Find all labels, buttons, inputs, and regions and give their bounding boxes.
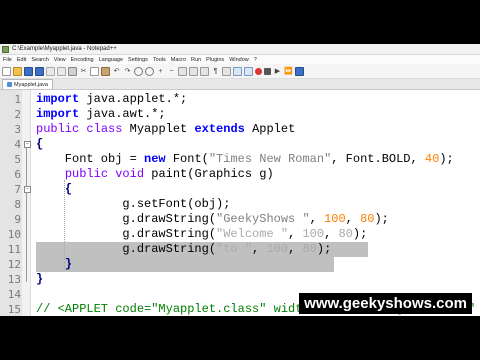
video-letterbox-top bbox=[0, 0, 480, 44]
code-line[interactable]: 7 { bbox=[0, 182, 480, 197]
menu-item-run[interactable]: Run bbox=[191, 57, 201, 63]
code-line[interactable]: 12 } bbox=[0, 257, 480, 272]
line-number: 10 bbox=[7, 228, 21, 241]
sync-scroll-v-icon[interactable] bbox=[178, 66, 187, 76]
line-number: 12 bbox=[7, 258, 21, 271]
menu-item-encoding[interactable]: Encoding bbox=[71, 57, 94, 63]
code-text[interactable]: g.drawString("to ", 100, 80); bbox=[36, 242, 331, 257]
code-text[interactable]: g.drawString("Welcome ", 100, 80); bbox=[36, 227, 367, 242]
code-text[interactable]: import java.applet.*; bbox=[36, 92, 187, 107]
paste-icon[interactable] bbox=[101, 66, 110, 76]
code-line[interactable]: 3 public class Myapplet extends Applet bbox=[0, 122, 480, 137]
saved-file-icon bbox=[7, 82, 12, 87]
code-text[interactable]: public void paint(Graphics g) bbox=[36, 167, 274, 182]
new-file-icon[interactable] bbox=[2, 66, 11, 76]
find-icon[interactable] bbox=[134, 66, 143, 76]
undo-icon[interactable]: ↶ bbox=[112, 67, 121, 76]
close-file-icon[interactable] bbox=[46, 66, 55, 76]
menu-item-language[interactable]: Language bbox=[99, 57, 123, 63]
menu-item-window[interactable]: Window bbox=[229, 57, 249, 63]
save-macro-icon[interactable] bbox=[295, 66, 304, 76]
show-all-chars-icon[interactable]: ¶ bbox=[211, 67, 220, 76]
tab-myapplet-java[interactable]: Myapplet.java bbox=[2, 79, 53, 89]
line-number: 8 bbox=[14, 198, 21, 211]
menu-item-settings[interactable]: Settings bbox=[128, 57, 148, 63]
line-number: 15 bbox=[7, 303, 21, 316]
menu-item-file[interactable]: File bbox=[3, 57, 12, 63]
save-icon[interactable] bbox=[24, 66, 33, 76]
code-text[interactable]: { bbox=[36, 182, 72, 197]
code-line[interactable]: 2 import java.awt.*; bbox=[0, 107, 480, 122]
line-number: 14 bbox=[7, 288, 21, 301]
code-line[interactable]: 5 Font obj = new Font("Times New Roman",… bbox=[0, 152, 480, 167]
sync-scroll-h-icon[interactable] bbox=[189, 66, 198, 76]
code-text[interactable]: import java.awt.*; bbox=[36, 107, 166, 122]
zoom-out-icon[interactable]: − bbox=[167, 67, 176, 76]
menu-item-search[interactable]: Search bbox=[31, 57, 48, 63]
line-number: 2 bbox=[14, 108, 21, 121]
menu-item-macro[interactable]: Macro bbox=[171, 57, 186, 63]
code-text[interactable]: Font obj = new Font("Times New Roman", F… bbox=[36, 152, 454, 167]
zoom-in-icon[interactable]: + bbox=[156, 67, 165, 76]
watermark-url: www.geekyshows.com bbox=[299, 293, 472, 314]
code-line[interactable]: 10 g.drawString("Welcome ", 100, 80); bbox=[0, 227, 480, 242]
menu-item-view[interactable]: View bbox=[54, 57, 66, 63]
code-line[interactable]: 4{ bbox=[0, 137, 480, 152]
menu-bar: File Edit Search View Encoding Language Settin… bbox=[0, 55, 480, 64]
play-macro-icon[interactable]: ▶ bbox=[273, 67, 282, 76]
code-text[interactable]: } bbox=[36, 272, 43, 287]
line-number: 13 bbox=[7, 273, 21, 286]
code-text[interactable]: } bbox=[36, 257, 72, 272]
record-macro-icon[interactable] bbox=[255, 67, 262, 75]
code-line[interactable]: 11 g.drawString("to ", 100, 80); bbox=[0, 242, 480, 257]
menu-item-edit[interactable]: Edit bbox=[17, 57, 26, 63]
code-line[interactable]: 13} bbox=[0, 272, 480, 287]
line-number: 4 bbox=[14, 138, 21, 151]
function-list-icon[interactable] bbox=[244, 66, 253, 76]
title-bar: C:\Example\Myapplet.java - Notepad++ bbox=[0, 44, 480, 55]
indent-guide-icon[interactable] bbox=[222, 66, 231, 76]
code-text[interactable]: g.drawString("GeekyShows ", 100, 80); bbox=[36, 212, 388, 227]
replace-icon[interactable] bbox=[145, 66, 154, 76]
save-all-icon[interactable] bbox=[35, 66, 44, 76]
code-editor[interactable]: − − 1 import java.applet.*; 2 import java.a… bbox=[0, 90, 480, 316]
code-line[interactable]: 1 import java.applet.*; bbox=[0, 92, 480, 107]
code-text[interactable]: public class Myapplet extends Applet bbox=[36, 122, 295, 137]
redo-icon[interactable]: ↷ bbox=[123, 67, 132, 76]
line-number: 6 bbox=[14, 168, 21, 181]
line-number: 1 bbox=[14, 93, 21, 106]
tab-label: Myapplet.java bbox=[14, 81, 48, 88]
line-number: 3 bbox=[14, 123, 21, 136]
line-number: 5 bbox=[14, 153, 21, 166]
run-macro-multiple-icon[interactable]: ⏩ bbox=[284, 67, 293, 76]
code-line[interactable]: 9 g.drawString("GeekyShows ", 100, 80); bbox=[0, 212, 480, 227]
video-letterbox-bottom bbox=[0, 316, 480, 360]
stop-macro-icon[interactable] bbox=[264, 67, 271, 75]
open-file-icon[interactable] bbox=[13, 66, 22, 76]
menu-item-plugins[interactable]: Plugins bbox=[206, 57, 224, 63]
toolbar: ✂ ↶ ↷ + − ¶ ▶ ⏩ bbox=[0, 64, 480, 79]
menu-item-help[interactable]: ? bbox=[254, 57, 257, 63]
line-number: 9 bbox=[14, 213, 21, 226]
code-line[interactable]: 6 public void paint(Graphics g) bbox=[0, 167, 480, 182]
close-all-icon[interactable] bbox=[57, 66, 66, 76]
notepadpp-window: C:\Example\Myapplet.java - Notepad++ Fil… bbox=[0, 44, 480, 316]
line-number: 11 bbox=[7, 243, 21, 256]
doc-map-icon[interactable] bbox=[233, 66, 242, 76]
word-wrap-icon[interactable] bbox=[200, 66, 209, 76]
code-line[interactable]: 8 g.setFont(obj); bbox=[0, 197, 480, 212]
line-number: 7 bbox=[14, 183, 21, 196]
tab-bar: Myapplet.java bbox=[0, 79, 480, 90]
app-icon bbox=[2, 45, 9, 53]
print-icon[interactable] bbox=[68, 66, 77, 76]
code-text[interactable]: { bbox=[36, 137, 43, 152]
window-title: C:\Example\Myapplet.java - Notepad++ bbox=[12, 46, 117, 52]
cut-icon[interactable]: ✂ bbox=[79, 67, 88, 76]
code-text[interactable]: g.setFont(obj); bbox=[36, 197, 230, 212]
menu-item-tools[interactable]: Tools bbox=[153, 57, 166, 63]
copy-icon[interactable] bbox=[90, 66, 99, 76]
